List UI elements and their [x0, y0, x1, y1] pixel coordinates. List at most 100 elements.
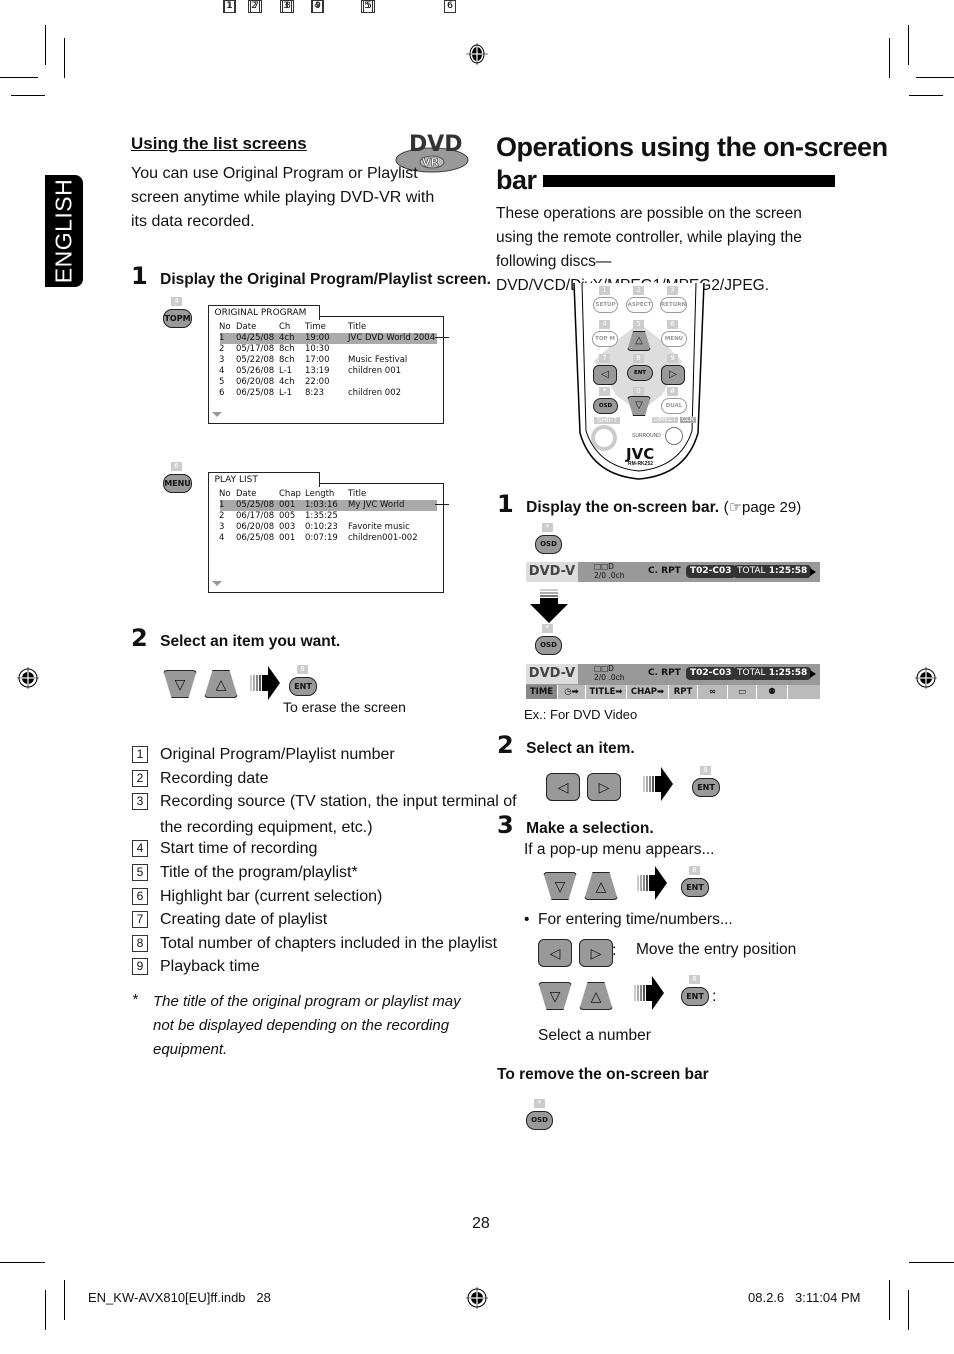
cell-time: 0:10:23 [305, 522, 338, 532]
enter-button[interactable]: ENT [627, 365, 653, 381]
callout-number: 9 [132, 958, 148, 976]
menu-item-title-search[interactable]: TITLE➡ [586, 685, 627, 699]
legend-text: Highlight bar (current selection) [160, 887, 383, 905]
callout-number: 1 [132, 746, 148, 763]
remote-right-button[interactable]: ▷ [661, 365, 685, 385]
cell-time: 19:00 [305, 333, 330, 343]
osd-button[interactable]: OSD [526, 1111, 553, 1130]
step-number: 1 [131, 262, 148, 290]
down-button[interactable]: ▽ [538, 982, 572, 1010]
menu-item-angle[interactable]: ⚉ [757, 685, 788, 699]
table-row[interactable]: 2 06/17/08 005 1:35:25 [219, 511, 437, 522]
up-button[interactable]: △ [584, 872, 618, 900]
cell-date: 04/25/08 [236, 333, 275, 343]
dual-button[interactable]: DUAL [661, 398, 687, 414]
menu-item-subtitle[interactable]: ▭ [728, 685, 757, 699]
crop-mark [45, 25, 46, 65]
scroll-down-icon[interactable] [212, 581, 222, 586]
surround-button[interactable] [665, 427, 683, 445]
crop-mark [909, 95, 943, 96]
table-row[interactable]: 3 06/20/08 003 0:10:23 Favorite music [219, 522, 437, 533]
example-caption: Ex.: For DVD Video [524, 707, 638, 722]
remote-key-number: 6 [667, 320, 678, 329]
remote-key-number: 5 [633, 320, 644, 329]
button-number: 8 [297, 665, 308, 674]
left-button[interactable]: ◁ [538, 939, 572, 967]
on-screen-bar-expanded: DVD-V □□D 2/0 .0ch C. RPT T02-C03 TOTAL … [526, 664, 820, 699]
footnote-mark: * [132, 991, 138, 1008]
menu-item-time-search[interactable]: ◷➡ [558, 685, 586, 699]
osd-button[interactable]: OSD [535, 535, 562, 554]
osd-button[interactable]: OSD [593, 398, 618, 414]
cell-title: children001-002 [348, 533, 418, 543]
legend-text: Title of the program/playlist* [160, 864, 358, 881]
col-no: No [219, 322, 231, 332]
col-no: No [219, 489, 231, 499]
step-number: 2 [131, 624, 148, 652]
button-number: 8 [700, 766, 711, 775]
menu-item-time[interactable]: TIME [526, 685, 558, 699]
legend-item: 8 Total number of chapters included in th… [132, 932, 497, 956]
menu-item-audio[interactable]: ∞ [698, 685, 728, 699]
setup-button[interactable]: SETUP [593, 297, 618, 313]
on-screen-menu: TIME ◷➡ TITLE➡ CHAP➡ RPT ∞ ▭ ⚉ [526, 685, 820, 699]
cell-ch: 001 [279, 533, 296, 543]
down-button[interactable]: ▽ [163, 670, 197, 698]
legend-text: Playback time [160, 958, 260, 976]
up-button[interactable]: △ [579, 982, 613, 1010]
legend-text: Total number of chapters included in the… [160, 934, 498, 952]
shift-button[interactable] [594, 428, 614, 448]
cell-no: 5 [219, 377, 225, 387]
crop-mark [64, 1280, 65, 1320]
right-button[interactable]: ▷ [579, 939, 613, 967]
table-row[interactable]: 3 05/22/08 8ch 17:00 Music Festival [219, 355, 437, 366]
table-row[interactable]: 4 05/26/08 L-1 13:19 children 001 [219, 366, 437, 377]
on-screen-bar: DVD-V □□D 2/0 .0ch C. RPT T02-C03 TOTAL … [526, 562, 820, 582]
cell-date: 05/22/08 [236, 355, 275, 365]
scroll-down-icon[interactable] [212, 412, 222, 417]
ent-button[interactable]: ENT [681, 987, 709, 1006]
topm-button[interactable]: TOPM [163, 309, 192, 328]
step-label: Select an item. [526, 740, 635, 757]
right-button[interactable]: ▷ [587, 773, 621, 801]
screen-title: PLAY LIST [207, 472, 320, 487]
ent-button[interactable]: ENT [681, 878, 709, 897]
up-button[interactable]: △ [204, 670, 238, 698]
crop-mark [11, 95, 45, 96]
remote-left-button[interactable]: ◁ [593, 365, 617, 385]
button-number: 8 [689, 866, 700, 875]
menu-button[interactable]: MENU [163, 474, 192, 493]
menu-item-repeat[interactable]: RPT [669, 685, 698, 699]
osd-button[interactable]: OSD [535, 636, 562, 655]
audio-format-icon: □□D [594, 562, 614, 571]
crop-mark [916, 77, 954, 78]
audio-channels: 2/0 .0ch [594, 673, 625, 682]
aspect-button[interactable]: ASPECT [626, 297, 653, 313]
table-row-selected[interactable]: 1 05/25/08 001 1:03:16 My JVC World [219, 500, 437, 511]
return-button[interactable]: RETURN [660, 297, 687, 313]
cell-time: 0:07:19 [305, 533, 338, 543]
table-row[interactable]: 2 05/17/08 8ch 10:30 [219, 344, 437, 355]
callout-number: 8 [132, 934, 148, 952]
cell-ch: 4ch [279, 377, 295, 387]
play-indicator-icon [810, 568, 816, 576]
registration-mark-icon [17, 667, 39, 689]
language-tab: ENGLISH [45, 175, 83, 287]
top-menu-button[interactable]: TOP M [592, 331, 618, 347]
crop-mark [0, 1262, 45, 1263]
table-row-selected[interactable]: 1 04/25/08 4ch 19:00 JVC DVD World 2004 [219, 333, 437, 344]
table-row[interactable]: 6 06/25/08 L-1 8:23 children 002 [219, 388, 437, 399]
ent-button[interactable]: ENT [692, 778, 720, 797]
down-button[interactable]: ▽ [543, 872, 577, 900]
remote-key-number: # [667, 387, 678, 396]
footer-file: EN_KW-AVX810[EU]ff.indb 28 [88, 1290, 271, 1305]
ent-button[interactable]: ENT [289, 677, 317, 696]
cell-ch: 8ch [279, 344, 295, 354]
menu-button[interactable]: MENU [661, 331, 687, 347]
table-row[interactable]: 4 06/25/08 001 0:07:19 children001-002 [219, 533, 437, 544]
page-number: 28 [472, 1215, 490, 1232]
left-button[interactable]: ◁ [546, 773, 580, 801]
table-row[interactable]: 5 06/20/08 4ch 22:00 [219, 377, 437, 388]
cell-time: 13:19 [305, 366, 330, 376]
menu-item-chapter-search[interactable]: CHAP➡ [627, 685, 669, 699]
